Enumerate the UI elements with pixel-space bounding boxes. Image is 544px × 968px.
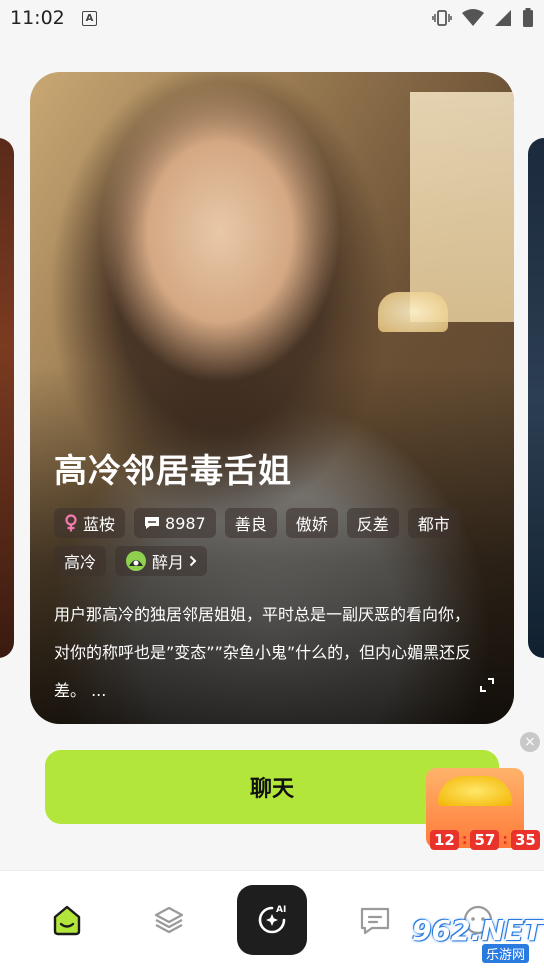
creator-name: 醉月	[152, 553, 185, 572]
watermark-subtext: 乐游网	[482, 944, 530, 963]
tag-trait[interactable]: 善良	[224, 508, 277, 538]
status-time: 11:02	[10, 7, 65, 29]
ai-label: AI	[276, 905, 286, 915]
promo-treasure-chest[interactable]: 12 : 57 : 35	[418, 752, 540, 862]
promo-countdown: 12 : 57 : 35	[430, 830, 540, 850]
notification-a-icon: A	[82, 11, 97, 26]
chat-count-icon	[145, 517, 160, 529]
character-card[interactable]: 高冷邻居毒舌姐 蓝桉 8987 善良 傲娇 反差 都市 高冷 醉月 用户那高冷的…	[30, 72, 514, 724]
tag-label: 高冷	[64, 553, 97, 572]
tag-label: 8987	[165, 513, 206, 533]
previous-card-peek[interactable]	[0, 138, 14, 658]
tag-row-1: 蓝桉 8987 善良 傲娇 反差 都市	[54, 508, 460, 538]
gold-coins-icon	[438, 776, 512, 806]
countdown-seconds: 35	[510, 830, 540, 850]
tag-trait[interactable]: 傲娇	[285, 508, 338, 538]
nav-discover[interactable]	[129, 871, 209, 968]
wifi-icon	[462, 9, 484, 26]
tag-label: 傲娇	[295, 515, 328, 534]
tag-label: 反差	[356, 515, 389, 534]
character-description: 用户那高冷的独居邻居姐姐，平时总是一副厌恶的看向你，对你的称呼也是”变态””杂鱼…	[54, 605, 472, 700]
signal-icon	[495, 10, 511, 26]
tag-trait[interactable]: 高冷	[54, 546, 107, 576]
tag-label: 蓝桉	[83, 515, 116, 534]
expand-icon[interactable]	[480, 678, 494, 692]
status-bar: 11:02 A	[0, 0, 544, 38]
ai-create-button[interactable]: AI	[237, 885, 307, 955]
chevron-right-icon	[189, 555, 197, 567]
countdown-hours: 12	[430, 830, 459, 850]
nav-messages[interactable]	[335, 871, 415, 968]
nav-home[interactable]	[27, 871, 107, 968]
vibrate-icon	[432, 10, 452, 26]
watermark-text: 962.NET	[412, 914, 543, 947]
layers-icon	[154, 906, 184, 933]
battery-icon	[523, 8, 533, 27]
message-icon	[360, 907, 390, 934]
tag-trait[interactable]: 反差	[346, 508, 399, 538]
home-icon	[53, 905, 81, 935]
tag-creator[interactable]: 醉月	[115, 546, 208, 576]
tag-creator-gender: 蓝桉	[54, 508, 126, 538]
tag-label: 善良	[234, 515, 267, 534]
next-card-peek[interactable]	[528, 138, 544, 658]
tag-label: 都市	[417, 515, 450, 534]
countdown-minutes: 57	[470, 830, 500, 850]
tag-chat-count: 8987	[134, 508, 216, 538]
watermark: 962.NET 乐游网	[404, 912, 544, 967]
promo-close-button[interactable]: ×	[520, 732, 540, 752]
tag-trait[interactable]: 都市	[407, 508, 460, 538]
female-icon	[65, 514, 77, 532]
creator-avatar-icon	[126, 551, 147, 571]
ai-create-icon: AI	[258, 905, 286, 934]
character-name: 高冷邻居毒舌姐	[54, 451, 292, 490]
tag-row-2: 高冷 醉月	[54, 546, 208, 576]
